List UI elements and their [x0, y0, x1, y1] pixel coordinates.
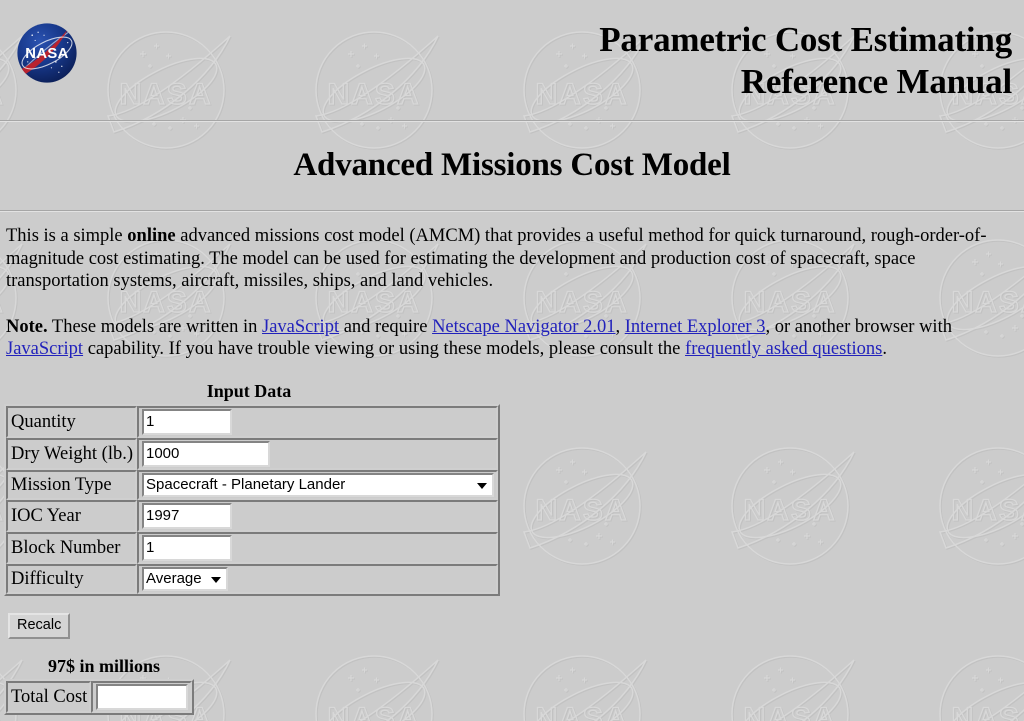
- total-cost-label: Total Cost: [6, 680, 92, 713]
- link-javascript-1[interactable]: JavaScript: [262, 317, 339, 337]
- intro-text-part1: This is a simple: [6, 226, 128, 246]
- link-faq[interactable]: frequently asked questions: [685, 339, 882, 359]
- masthead-title: Parametric Cost Estimating Reference Man…: [599, 20, 1012, 101]
- note-text-5: capability. If you have trouble viewing …: [83, 339, 686, 359]
- note-text-4: , or another browser with: [765, 316, 952, 337]
- table-row: Difficulty Average: [6, 563, 498, 594]
- mission-type-select-holder: Spacecraft - Planetary Lander: [142, 472, 494, 497]
- difficulty-select[interactable]: Average: [142, 566, 228, 591]
- row-label-difficulty: Difficulty: [6, 563, 137, 594]
- row-label-ioc-year: IOC Year: [6, 499, 137, 532]
- divider-top: [0, 120, 1024, 122]
- page-root: NASA Parametric Cost Estimating Referenc…: [0, 0, 1024, 715]
- row-field-mission-type: Spacecraft - Planetary Lander: [137, 469, 498, 500]
- table-row: Mission Type Spacecraft - Planetary Land…: [6, 469, 498, 500]
- table-row: Block Number: [6, 531, 498, 564]
- link-javascript-2[interactable]: JavaScript: [6, 339, 83, 359]
- table-row: Total Cost: [6, 680, 193, 713]
- masthead: NASA Parametric Cost Estimating Referenc…: [0, 0, 1024, 120]
- link-netscape-navigator[interactable]: Netscape Navigator 2.01: [432, 317, 615, 337]
- intro-bold-online: online: [127, 226, 176, 246]
- divider-under-title: [0, 210, 1024, 212]
- total-cost-input[interactable]: [96, 683, 189, 710]
- input-data-caption: Input Data: [206, 380, 292, 401]
- quantity-input[interactable]: [142, 408, 232, 435]
- output-section: 97$ in millions Total Cost: [4, 656, 204, 715]
- row-field-ioc-year: [137, 499, 498, 532]
- nasa-meatball-logo-icon: NASA: [10, 16, 84, 90]
- table-row: Dry Weight (lb.): [6, 437, 498, 470]
- note-text-6: .: [882, 339, 887, 359]
- output-table: Total Cost: [4, 678, 195, 715]
- link-internet-explorer[interactable]: Internet Explorer 3: [625, 317, 766, 337]
- output-caption: 97$ in millions: [47, 655, 161, 676]
- note-text-3: ,: [615, 316, 625, 337]
- svg-text:NASA: NASA: [25, 46, 68, 62]
- row-label-quantity: Quantity: [6, 405, 137, 438]
- table-row: IOC Year: [6, 499, 498, 532]
- note-text-2: and require: [339, 316, 433, 337]
- input-data-table: Quantity Dry Weight (lb.) Mission Type: [4, 403, 500, 596]
- total-cost-field-cell: [91, 680, 193, 713]
- block-number-input[interactable]: [142, 534, 232, 561]
- page-title: Advanced Missions Cost Model: [293, 147, 731, 183]
- table-row: Quantity: [6, 405, 498, 438]
- ioc-year-input[interactable]: [142, 502, 232, 529]
- row-field-difficulty: Average: [137, 563, 498, 594]
- mission-type-select[interactable]: Spacecraft - Planetary Lander: [142, 472, 494, 497]
- note-text-1: These models are written in: [47, 316, 263, 337]
- row-field-block-number: [137, 531, 498, 564]
- row-label-dry-weight: Dry Weight (lb.): [6, 437, 137, 470]
- row-field-quantity: [137, 405, 498, 438]
- input-data-section: Input Data Quantity Dry Weight (lb.) Mis: [4, 380, 500, 596]
- row-field-dry-weight: [137, 437, 498, 470]
- row-label-mission-type: Mission Type: [6, 469, 137, 500]
- intro-paragraph: This is a simple online advanced mission…: [6, 225, 1016, 293]
- row-label-block-number: Block Number: [6, 531, 137, 564]
- recalc-button[interactable]: Recalc: [8, 612, 71, 639]
- dry-weight-input[interactable]: [142, 440, 270, 467]
- note-label: Note.: [6, 316, 48, 337]
- difficulty-select-holder: Average: [142, 566, 228, 591]
- note-paragraph: Note. These models are written in JavaSc…: [6, 316, 1016, 361]
- button-row: Recalc: [8, 612, 1024, 639]
